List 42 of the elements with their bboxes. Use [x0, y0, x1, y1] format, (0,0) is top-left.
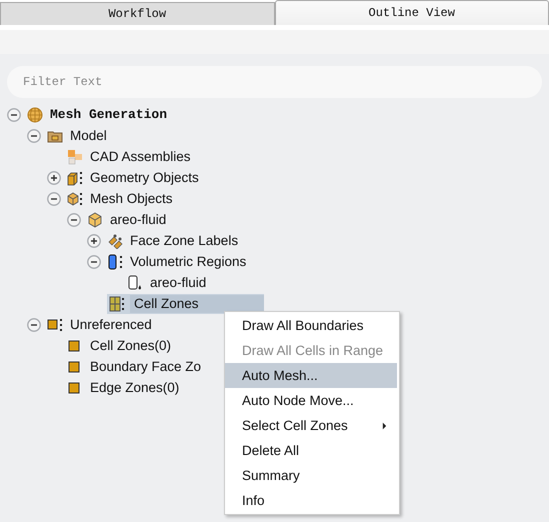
filter-field[interactable]: Filter Text — [7, 66, 542, 98]
menu-item[interactable]: Auto Mesh... — [225, 363, 397, 388]
tab[interactable]: Outline View — [274, 0, 549, 25]
tree-item[interactable]: Unreferenced — [68, 316, 154, 333]
collapse-icon[interactable] — [27, 318, 41, 332]
tags-icon — [107, 232, 123, 248]
menu-item[interactable]: Summary — [225, 463, 399, 488]
box-icon — [67, 170, 83, 186]
menu-item[interactable]: Auto Node Move... — [225, 388, 399, 413]
menu-item[interactable]: Draw All Boundaries — [225, 313, 399, 338]
tree-item[interactable]: Mesh Objects — [88, 190, 175, 207]
globe-icon — [27, 106, 43, 122]
cylinder-icon — [107, 254, 123, 270]
tree-item[interactable]: Model — [68, 127, 109, 144]
tree-item[interactable]: CAD Assemblies — [88, 148, 193, 165]
collapse-icon[interactable] — [87, 254, 101, 268]
collapse-icon[interactable] — [47, 192, 61, 206]
tree-item[interactable]: Geometry Objects — [88, 169, 201, 186]
mesh-cube-icon — [67, 190, 83, 206]
tree-item[interactable]: Cell Zones(0) — [88, 337, 174, 354]
cube-icon — [87, 212, 103, 228]
tree-item[interactable]: Edge Zones(0) — [88, 379, 182, 396]
expand-icon[interactable] — [87, 234, 101, 248]
blocks-icon — [67, 148, 83, 164]
menu-item[interactable]: Delete All — [225, 438, 399, 463]
expand-icon[interactable] — [47, 170, 61, 184]
tree-item[interactable]: Boundary Face Zo — [88, 358, 204, 375]
tree-item[interactable]: Cell Zones — [130, 294, 264, 312]
tab[interactable]: Workflow — [0, 2, 274, 25]
menu-item[interactable]: Select Cell Zones — [225, 413, 399, 438]
tree-item[interactable]: Mesh Generation — [48, 106, 170, 123]
tree-item[interactable]: areo-fluid — [148, 274, 208, 291]
tree-item[interactable]: areo-fluid — [108, 211, 168, 228]
collapse-icon[interactable] — [7, 108, 21, 122]
group-icon — [47, 316, 63, 332]
region-icon — [127, 274, 143, 290]
menu-item[interactable]: Info — [225, 488, 399, 513]
grid-icon — [109, 296, 125, 312]
collapse-icon[interactable] — [67, 212, 81, 226]
tree-item[interactable]: Volumetric Regions — [128, 253, 248, 270]
collapse-icon[interactable] — [27, 128, 41, 142]
tree-item[interactable]: Face Zone Labels — [128, 232, 240, 249]
